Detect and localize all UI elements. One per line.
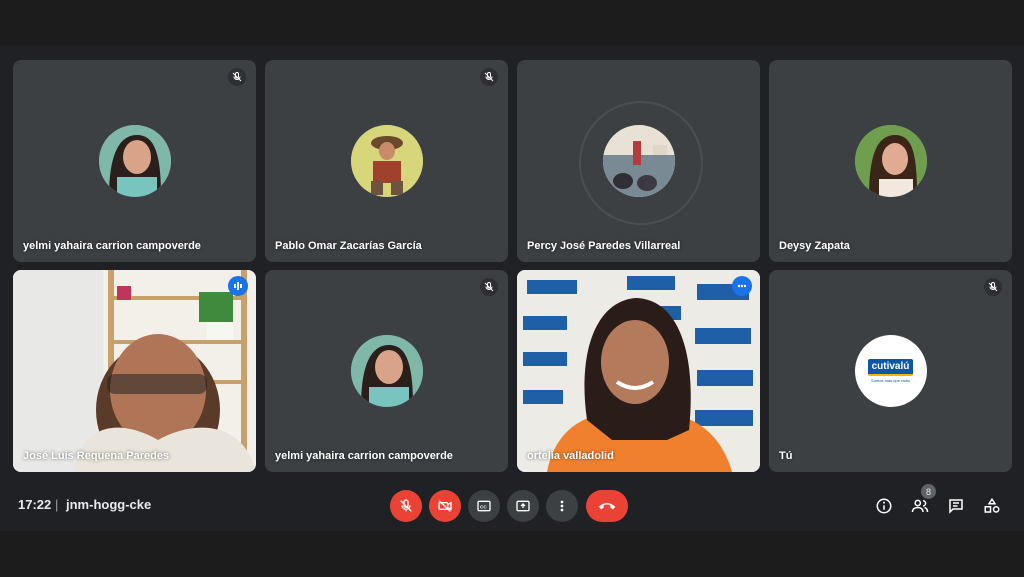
self-avatar-logo: cutivalú Somos más que radio xyxy=(854,335,927,407)
participant-tile[interactable]: Percy José Paredes Villarreal xyxy=(517,60,760,262)
leave-call-button[interactable] xyxy=(586,490,628,522)
more-vert-icon xyxy=(560,500,564,512)
people-button[interactable] xyxy=(909,495,931,517)
avatar xyxy=(854,125,927,197)
people-icon xyxy=(911,499,929,513)
camera-off-icon xyxy=(438,500,452,512)
brand-tagline: Somos más que radio xyxy=(871,378,910,383)
participant-name: ortelia valladolid xyxy=(527,450,614,462)
mic-off-icon xyxy=(228,68,246,86)
mic-off-icon xyxy=(400,499,412,512)
participant-tile[interactable]: yelmi yahaira carrion campoverde xyxy=(265,270,508,472)
meeting-stage: yelmi yahaira carrion campoverde Pablo O… xyxy=(0,46,1024,531)
captions-icon: CC xyxy=(477,500,491,512)
more-options-button[interactable] xyxy=(546,490,578,522)
participant-tile[interactable]: yelmi yahaira carrion campoverde xyxy=(13,60,256,262)
participant-tile-video[interactable]: José Luis Requena Paredes xyxy=(13,270,256,472)
mic-off-icon xyxy=(984,278,1002,296)
participant-tile[interactable]: Pablo Omar Zacarías García xyxy=(265,60,508,262)
participant-video xyxy=(517,270,760,472)
avatar xyxy=(350,125,423,197)
participant-tile-video[interactable]: ortelia valladolid xyxy=(517,270,760,472)
avatar xyxy=(602,125,675,197)
letterbox-bottom xyxy=(0,531,1024,577)
letterbox-top xyxy=(0,0,1024,46)
self-tile[interactable]: cutivalú Somos más que radio Tú xyxy=(769,270,1012,472)
svg-text:CC: CC xyxy=(480,504,487,509)
avatar xyxy=(98,125,171,197)
mic-toggle-button[interactable] xyxy=(390,490,422,522)
chat-icon xyxy=(949,499,963,514)
meeting-time: 17:22 xyxy=(18,497,52,512)
camera-toggle-button[interactable] xyxy=(429,490,461,522)
participant-name: Percy José Paredes Villarreal xyxy=(527,240,681,252)
participant-tile[interactable]: Deysy Zapata xyxy=(769,60,1012,262)
captions-button[interactable]: CC xyxy=(468,490,500,522)
mic-off-icon xyxy=(480,278,498,296)
participant-name: Deysy Zapata xyxy=(779,240,850,252)
meeting-code: jnm-hogg-cke xyxy=(66,497,152,512)
info-icon xyxy=(876,498,892,514)
brand-logo: cutivalú xyxy=(867,359,914,376)
meeting-details-button[interactable] xyxy=(873,495,895,517)
present-screen-button[interactable] xyxy=(507,490,539,522)
more-options-icon[interactable] xyxy=(732,276,752,296)
divider: | xyxy=(55,497,59,512)
participant-name: José Luis Requena Paredes xyxy=(23,450,170,462)
avatar xyxy=(350,335,423,407)
participant-name: yelmi yahaira carrion campoverde xyxy=(23,240,201,252)
mic-off-icon xyxy=(480,68,498,86)
participant-name: Pablo Omar Zacarías García xyxy=(275,240,422,252)
activities-button[interactable] xyxy=(981,495,1003,517)
present-icon xyxy=(516,500,530,512)
chat-button[interactable] xyxy=(945,495,967,517)
participant-name: yelmi yahaira carrion campoverde xyxy=(275,450,453,462)
participant-video xyxy=(13,270,256,472)
speaking-indicator-icon xyxy=(228,276,248,296)
hangup-icon xyxy=(598,503,616,510)
participant-name: Tú xyxy=(779,450,793,462)
activities-icon xyxy=(984,497,1000,513)
